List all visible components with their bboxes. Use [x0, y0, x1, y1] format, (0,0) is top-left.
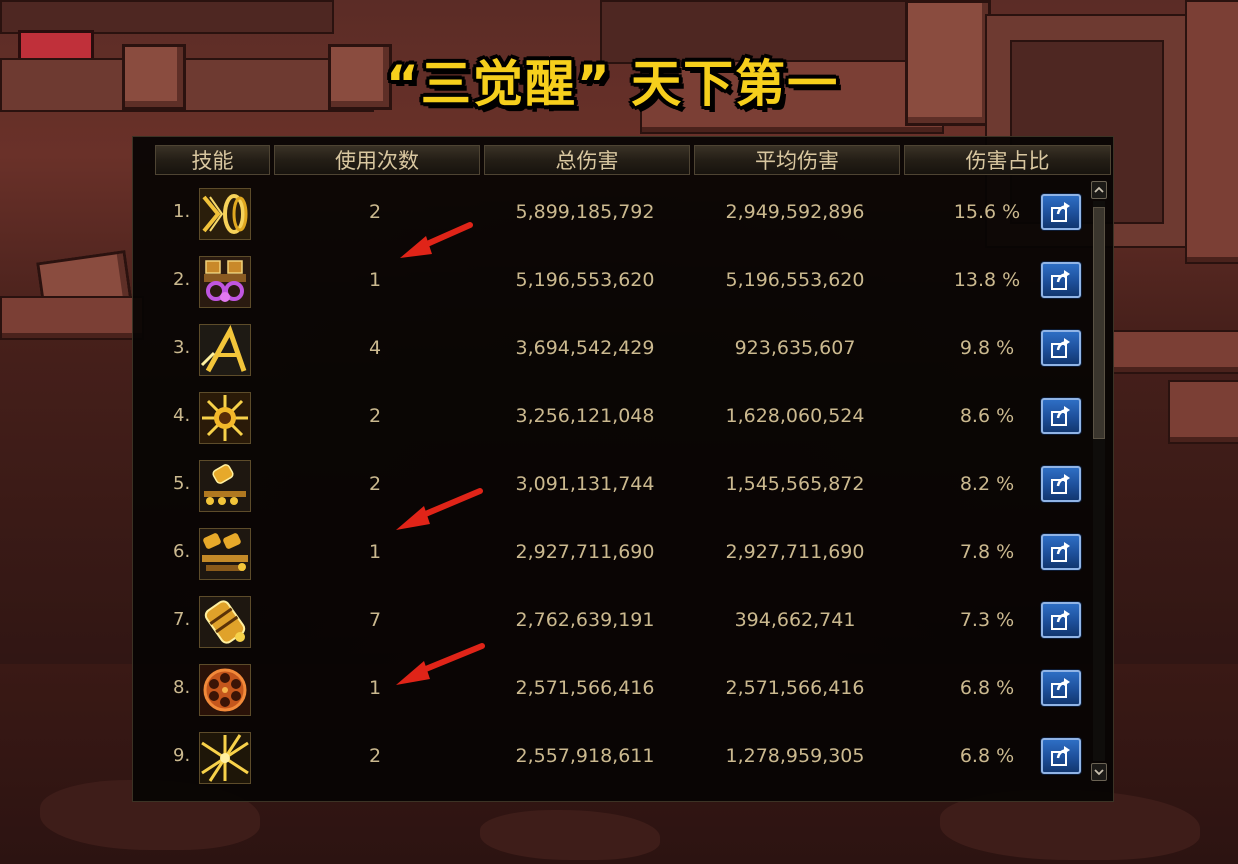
total-damage: 2,571,566,416	[515, 677, 655, 699]
share-icon	[1051, 678, 1070, 698]
row-rank: 9.	[173, 745, 191, 766]
row-rank: 6.	[173, 541, 191, 562]
average-damage: 923,635,607	[734, 337, 856, 359]
chevron-down-icon	[1094, 769, 1104, 776]
chevron-up-icon	[1094, 186, 1104, 193]
column-header-skill[interactable]: 技能	[155, 145, 270, 175]
share-button[interactable]	[1041, 398, 1081, 434]
skill-damage-list: 1. 2 5,899,185,792 2,949,592,896 15.6 % …	[155, 178, 1111, 790]
average-damage: 1,545,565,872	[725, 473, 865, 495]
average-damage: 2,949,592,896	[725, 201, 865, 223]
table-row: 1. 2 5,899,185,792 2,949,592,896 15.6 %	[155, 178, 1111, 246]
total-damage: 2,762,639,191	[515, 609, 655, 631]
share-icon	[1051, 202, 1070, 222]
share-icon	[1051, 746, 1070, 766]
table-row: 4. 2 3,256,121,048 1,628,060,524 8.6 %	[155, 382, 1111, 450]
annotation-arrow-icon	[396, 643, 485, 685]
share-icon	[1051, 406, 1070, 426]
row-rank: 1.	[173, 201, 191, 222]
purple-chains-skill-icon	[199, 256, 251, 308]
row-rank: 5.	[173, 473, 191, 494]
radial-blast-skill-icon	[199, 732, 251, 784]
scroll-up-button[interactable]	[1091, 181, 1107, 199]
burst-explosion-skill-icon	[199, 392, 251, 444]
share-button[interactable]	[1041, 330, 1081, 366]
total-damage: 2,557,918,611	[515, 745, 655, 767]
row-rank: 4.	[173, 405, 191, 426]
average-damage: 5,196,553,620	[725, 269, 865, 291]
annotation-arrow-icon	[396, 488, 483, 530]
scrollbar-thumb[interactable]	[1093, 207, 1105, 439]
share-button[interactable]	[1041, 466, 1081, 502]
table-row: 8. 1 2,571,566,416 2,571,566,416 6.8 %	[155, 654, 1111, 722]
damage-stats-panel: 技能 使用次数 总伤害 平均伤害 伤害占比 1. 2 5,899,185,792…	[132, 136, 1114, 802]
average-damage: 1,278,959,305	[725, 745, 865, 767]
share-button[interactable]	[1041, 670, 1081, 706]
bullet-barrage-skill-icon	[199, 460, 251, 512]
share-button[interactable]	[1041, 738, 1081, 774]
grenade-bundle-skill-icon	[199, 596, 251, 648]
use-count: 4	[368, 337, 382, 359]
total-damage: 3,694,542,429	[515, 337, 655, 359]
share-button[interactable]	[1041, 534, 1081, 570]
average-damage: 1,628,060,524	[725, 405, 865, 427]
table-row: 3. 4 3,694,542,429 923,635,607 9.8 %	[155, 314, 1111, 382]
page-title: “三觉醒” 天下第一	[386, 55, 840, 113]
share-icon	[1051, 542, 1070, 562]
average-damage: 394,662,741	[734, 609, 856, 631]
share-button[interactable]	[1041, 194, 1081, 230]
share-button[interactable]	[1041, 262, 1081, 298]
revolver-cylinder-skill-icon	[199, 664, 251, 716]
share-icon	[1051, 338, 1070, 358]
tripod-strike-skill-icon	[199, 324, 251, 376]
column-header-damage-share[interactable]: 伤害占比	[904, 145, 1111, 175]
twin-rings-skill-icon	[199, 188, 251, 240]
average-damage: 2,927,711,690	[725, 541, 865, 563]
table-row: 9. 2 2,557,918,611 1,278,959,305 6.8 %	[155, 722, 1111, 790]
use-count: 2	[368, 405, 382, 427]
column-header-uses[interactable]: 使用次数	[274, 145, 480, 175]
share-icon	[1051, 270, 1070, 290]
table-row: 6. 1 2,927,711,690 2,927,711,690 7.8 %	[155, 518, 1111, 586]
scroll-down-button[interactable]	[1091, 763, 1107, 781]
total-damage: 3,256,121,048	[515, 405, 655, 427]
total-damage: 2,927,711,690	[515, 541, 655, 563]
twin-bullets-skill-icon	[199, 528, 251, 580]
share-icon	[1051, 474, 1070, 494]
table-row: 2. 1 5,196,553,620 5,196,553,620 13.8 %	[155, 246, 1111, 314]
row-rank: 3.	[173, 337, 191, 358]
table-row: 7. 7 2,762,639,191 394,662,741 7.3 %	[155, 586, 1111, 654]
row-rank: 2.	[173, 269, 191, 290]
total-damage: 3,091,131,744	[515, 473, 655, 495]
table-row: 5. 2 3,091,131,744 1,545,565,872 8.2 %	[155, 450, 1111, 518]
share-button[interactable]	[1041, 602, 1081, 638]
total-damage: 5,196,553,620	[515, 269, 655, 291]
row-rank: 7.	[173, 609, 191, 630]
column-header-average-damage[interactable]: 平均伤害	[694, 145, 900, 175]
column-header-total-damage[interactable]: 总伤害	[484, 145, 690, 175]
total-damage: 5,899,185,792	[515, 201, 655, 223]
average-damage: 2,571,566,416	[725, 677, 865, 699]
row-rank: 8.	[173, 677, 191, 698]
table-header: 技能 使用次数 总伤害 平均伤害 伤害占比	[155, 145, 1111, 175]
use-count: 2	[368, 745, 382, 767]
share-icon	[1051, 610, 1070, 630]
annotation-arrow-icon	[400, 222, 473, 258]
